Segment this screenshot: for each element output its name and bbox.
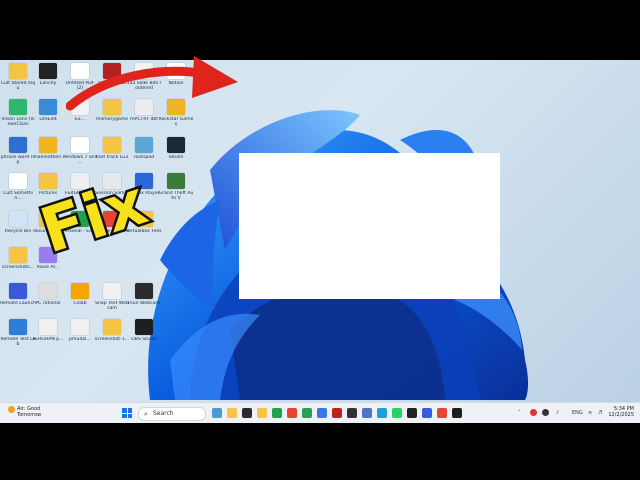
notion-icon[interactable] [347,408,357,418]
chrome-icon[interactable] [287,408,297,418]
github-icon[interactable] [407,408,417,418]
desktop-icon-label: memorygame [95,117,129,122]
start-button[interactable] [122,408,132,418]
store-icon[interactable] [317,408,327,418]
desktop-icon-label: Windows 7 and ... [62,155,98,165]
microphone-icon[interactable]: ♪ [556,407,559,419]
folder-icon[interactable] [257,408,267,418]
desktop-icon[interactable]: screenshot-1... [94,318,130,356]
desktop-icon-label: OBS Studio [131,337,157,342]
taskbar-search[interactable]: ⌕ Search [138,407,206,421]
language-indicator[interactable]: ENG [572,407,583,419]
volume-icon[interactable]: ♬ [598,407,602,419]
search-icon: ⌕ [144,410,148,418]
file-icon [39,319,57,335]
file-icon [71,319,89,335]
desktop-icon[interactable]: Colab [62,282,98,320]
desktop-icon[interactable]: Steam [158,136,194,174]
steam-icon [167,137,185,153]
edge-icon[interactable] [272,408,282,418]
desktop-icon-label: FERGHAN p... [32,337,64,342]
file-icon [9,173,27,189]
desktop-icon-label: Grand Theft Auto V [158,191,194,201]
desktop-icon-label: nameathen [34,155,62,160]
obs-icon [135,319,153,335]
file-explorer-icon[interactable] [227,408,237,418]
webcam-icon [135,283,153,299]
desktop-icon[interactable]: Iriun Webcam [126,282,162,320]
desktop-icon[interactable]: Lanchy [30,62,66,100]
tray-app-icon[interactable] [530,409,537,416]
desktop-icon[interactable]: Grand Theft Auto V [158,172,194,210]
clock-date: 12/2/2025 [608,412,634,418]
desktop-icon-label: screenshot-1... [94,337,130,342]
app-icon [9,283,27,299]
weather-widget[interactable]: Air: Good Tomorrow [8,406,41,418]
file-icon [103,283,121,299]
tray-app-icon[interactable] [542,409,549,416]
desktop-icon-label: PC rational [35,301,61,306]
search-placeholder: Search [153,410,174,417]
folder-icon [39,173,57,189]
app-icon [135,137,153,153]
desktop-icon[interactable]: FERGHAN p... [30,318,66,356]
desktop-icon-label: Fast track Lu3 [95,155,129,160]
desktop-icon[interactable]: OBS Studio [126,318,162,356]
desktop-icon[interactable]: LiteEdit [30,98,66,136]
sun-icon [8,406,15,413]
desktop-icon[interactable]: nameathen [30,136,66,174]
desktop-icon-label: mPCTRT dbf [130,117,158,122]
cmd-icon[interactable] [452,408,462,418]
app-icon [9,137,27,153]
desktop-icon-label: rootspad [133,155,155,160]
folder-icon [9,63,27,79]
gta-icon [167,173,185,189]
chrome-icon[interactable] [437,408,447,418]
record-icon[interactable] [332,408,342,418]
blank-white-panel [239,153,500,299]
weather-desc: Tomorrow [17,412,42,418]
widgets-icon[interactable] [212,408,222,418]
app-icon[interactable] [377,408,387,418]
desktop-icon-label: Snap Text Webcam [95,301,129,311]
app-icon [39,99,57,115]
desktop-icon[interactable]: Windows 7 and ... [62,136,98,174]
red-arrow-icon [66,56,238,111]
desktop-icon[interactable]: PC rational [30,282,66,320]
folder-icon [103,319,121,335]
app-icon [9,319,27,335]
app-icon [9,99,27,115]
desktop-icon-label: Iriun Webcam [128,301,160,306]
chevron-up-icon[interactable]: ˄ [518,407,521,419]
desktop-icon-label: Ex... [74,117,85,122]
app-icon[interactable] [422,408,432,418]
desktop-icon-label: Colab [73,301,87,306]
folder-icon [9,247,27,263]
file-icon [71,137,89,153]
clock[interactable]: 5:34 PM 12/2/2025 [608,406,634,418]
terminal-icon[interactable] [242,408,252,418]
desktop-icon-label: Rosie Al... [36,265,60,270]
desktop-icon-label: Rockstar Games [158,117,194,127]
folder-icon [103,137,121,153]
desktop-icon-label: LiteEdit [39,117,57,122]
app-icon [71,283,89,299]
app-icon [39,63,57,79]
file-icon [39,283,57,299]
wifi-icon[interactable]: ≋ [588,407,592,419]
recycle-bin-icon [9,211,27,227]
desktop-icon[interactable]: pmudal... [62,318,98,356]
app-icon[interactable] [362,408,372,418]
desktop-icon-label: Steam [168,155,184,160]
desktop-icon[interactable]: Snap Text Webcam [94,282,130,320]
desktop-icon-label: Lanchy [39,81,57,86]
taskbar: Air: Good Tomorrow ⌕ Search ˄ ♪ ENG ≋ ♬ … [0,402,640,423]
windows-logo-icon [122,408,127,413]
whatsapp-icon[interactable] [392,408,402,418]
notes-icon[interactable] [302,408,312,418]
app-icon [39,137,57,153]
desktop-icon-label: pmudal... [69,337,91,342]
